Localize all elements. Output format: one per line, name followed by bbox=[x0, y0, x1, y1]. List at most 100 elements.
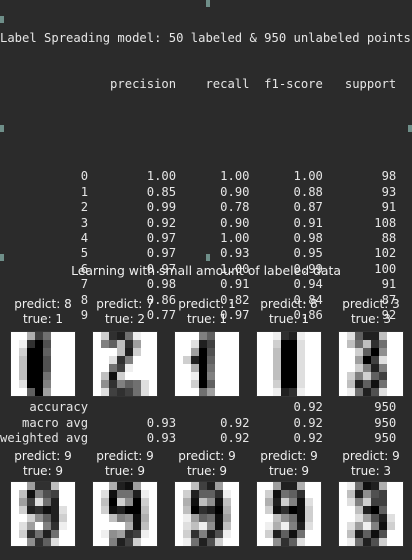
digit-image bbox=[338, 481, 404, 547]
digit-pixel bbox=[363, 482, 371, 490]
digit-pixel bbox=[133, 522, 141, 530]
digit-pixel bbox=[27, 498, 35, 506]
digit-pixel bbox=[93, 380, 101, 388]
digit-pixel bbox=[59, 380, 67, 388]
digit-pixel bbox=[379, 482, 387, 490]
digit-pixel bbox=[355, 514, 363, 522]
cell-marker bbox=[0, 16, 4, 23]
digit-pixel bbox=[67, 522, 75, 530]
digit-pixel bbox=[281, 388, 289, 396]
digit-pixel bbox=[93, 514, 101, 522]
digit-pixel bbox=[305, 388, 313, 396]
digit-pixel bbox=[93, 482, 101, 490]
report-cell-f1: 1.00 bbox=[249, 169, 323, 184]
digit-pixel bbox=[215, 538, 223, 546]
digit-pixel bbox=[141, 340, 149, 348]
digit-pixel bbox=[207, 538, 215, 546]
digit-pixel bbox=[141, 372, 149, 380]
report-row: 0 1.00 1.00 1.00 98 bbox=[0, 169, 412, 184]
digit-pixel bbox=[19, 356, 27, 364]
digit-pixel bbox=[379, 364, 387, 372]
predict-label: predict: 9 bbox=[14, 449, 72, 463]
digit-pixel bbox=[305, 340, 313, 348]
digit-pixel bbox=[223, 530, 231, 538]
digit-pixel bbox=[281, 348, 289, 356]
digit-pixel bbox=[19, 498, 27, 506]
digit-pixel bbox=[43, 372, 51, 380]
digit-pixel bbox=[11, 530, 19, 538]
digit-pixel bbox=[149, 538, 157, 546]
digit-pixel bbox=[339, 348, 347, 356]
digit-pixel bbox=[175, 388, 183, 396]
digit-pixel bbox=[231, 522, 239, 530]
digit-pixel bbox=[141, 498, 149, 506]
digit-pixel bbox=[223, 522, 231, 530]
digit-pixel bbox=[339, 506, 347, 514]
digit-pixel bbox=[109, 364, 117, 372]
digit-pixel bbox=[19, 348, 27, 356]
digit-pixel bbox=[231, 332, 239, 340]
report-cell-label: 0 bbox=[0, 169, 89, 184]
digit-pixel bbox=[363, 538, 371, 546]
digit-pixel bbox=[199, 506, 207, 514]
digit-pixel bbox=[35, 490, 43, 498]
digit-pixel bbox=[313, 514, 321, 522]
predict-label: predict: 1 bbox=[178, 297, 236, 311]
digit-pixel bbox=[265, 530, 273, 538]
digit-pixel bbox=[289, 340, 297, 348]
digit-pixel bbox=[141, 364, 149, 372]
digit-pixel bbox=[223, 364, 231, 372]
digit-pixel bbox=[183, 380, 191, 388]
digit-pixel bbox=[117, 340, 125, 348]
digit-pixel bbox=[101, 340, 109, 348]
digit-pixel bbox=[93, 530, 101, 538]
digit-pixel bbox=[215, 482, 223, 490]
digit-pixel bbox=[313, 364, 321, 372]
digit-pixel bbox=[175, 372, 183, 380]
digit-pixel bbox=[347, 522, 355, 530]
digit-pixel bbox=[223, 332, 231, 340]
digit-pixel bbox=[313, 356, 321, 364]
digit-pixel bbox=[51, 340, 59, 348]
digit-pixel bbox=[67, 356, 75, 364]
digit-pixel bbox=[117, 364, 125, 372]
digit-pixel bbox=[199, 340, 207, 348]
digit-pixel bbox=[59, 490, 67, 498]
digit-pixel bbox=[199, 356, 207, 364]
digit-pixel bbox=[19, 506, 27, 514]
report-cell-recall: 0.91 bbox=[176, 277, 250, 292]
digit-pixel bbox=[43, 514, 51, 522]
digit-pixel bbox=[141, 522, 149, 530]
digit-pixel bbox=[175, 530, 183, 538]
digit-pixel bbox=[289, 364, 297, 372]
digit-pixel bbox=[133, 498, 141, 506]
digit-pixel bbox=[35, 348, 43, 356]
digit-pixel bbox=[11, 356, 19, 364]
digit-pixel bbox=[175, 356, 183, 364]
digit-pixel bbox=[313, 522, 321, 530]
digit-image bbox=[10, 481, 76, 547]
report-cell-f1: 0.92 bbox=[249, 415, 323, 430]
digit-pixel bbox=[19, 522, 27, 530]
digit-pixel bbox=[43, 522, 51, 530]
report-cell-recall: 0.93 bbox=[176, 246, 250, 261]
digit-pixel bbox=[289, 482, 297, 490]
digit-pixel bbox=[43, 364, 51, 372]
digit-pixel bbox=[183, 538, 191, 546]
digit-pixel bbox=[183, 522, 191, 530]
digit-pixel bbox=[305, 332, 313, 340]
digit-pixel bbox=[265, 340, 273, 348]
digit-pixel bbox=[379, 514, 387, 522]
digit-pixel bbox=[67, 482, 75, 490]
digit-pixel bbox=[273, 490, 281, 498]
digit-pixel bbox=[379, 498, 387, 506]
digit-pixel bbox=[257, 380, 265, 388]
digit-pixel bbox=[231, 388, 239, 396]
digit-pixel bbox=[313, 482, 321, 490]
digit-pixel bbox=[363, 380, 371, 388]
report-cell-support: 950 bbox=[322, 431, 397, 446]
digit-pixel bbox=[109, 490, 117, 498]
digit-pixel bbox=[273, 348, 281, 356]
digit-pixel bbox=[27, 356, 35, 364]
digit-pixel bbox=[347, 356, 355, 364]
